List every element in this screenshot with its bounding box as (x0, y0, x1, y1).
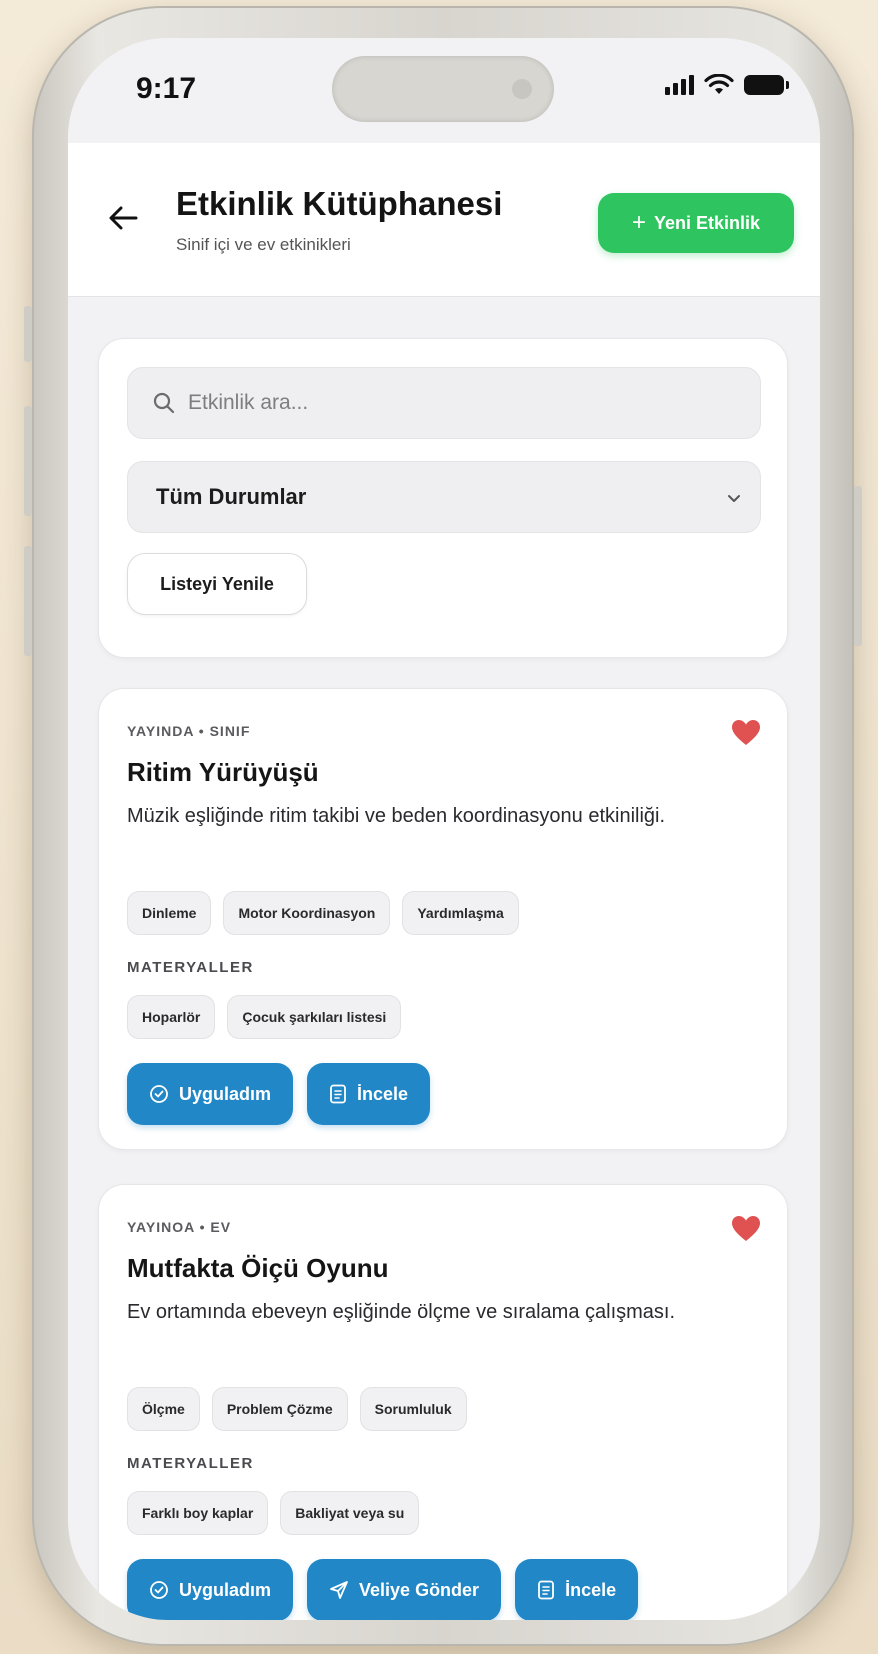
new-activity-button[interactable]: + Yeni Etkinlik (598, 193, 794, 253)
tag-chip: Ölçme (127, 1387, 200, 1431)
material-chip: Hoparlör (127, 995, 216, 1039)
refresh-list-button[interactable]: Listeyi Yenile (127, 553, 307, 615)
document-icon (538, 1580, 554, 1600)
tag-list: Ölçme Problem Çözme Sorumluluk (127, 1387, 467, 1431)
review-label: İncele (565, 1579, 617, 1600)
activity-description: Müzik eşliğinde ritim takibi ve beden ko… (127, 805, 666, 827)
activity-actions: Uyguladım İncele (127, 1063, 431, 1125)
send-to-parent-button[interactable]: Veliye Gönder (307, 1559, 502, 1620)
status-icons (665, 74, 789, 96)
tag-chip: Dinleme (127, 891, 212, 935)
activity-description: Ev ortamında ebeveyn eşliğinde ölçme ve … (127, 1301, 676, 1323)
document-icon (330, 1084, 346, 1104)
heart-icon[interactable] (731, 719, 761, 747)
battery-icon (744, 75, 789, 95)
back-arrow-icon[interactable] (106, 201, 140, 235)
status-filter-select[interactable]: Tüm Durumlar (127, 461, 761, 533)
status-time: 9:17 (136, 72, 197, 105)
activity-title: Mutfakta Öiçü Oyunu (127, 1253, 389, 1283)
new-activity-label: Yeni Etkinlik (653, 212, 761, 233)
send-to-parent-label: Veliye Gönder (359, 1579, 480, 1600)
search-input[interactable] (188, 391, 728, 415)
materials-label: MATERYALLER (127, 959, 254, 976)
wifi-icon (704, 74, 734, 94)
page-subtitle: Sinif içi ve ev etkinikleri (176, 235, 351, 254)
page-title: Etkinlik Kütüphanesi (176, 185, 503, 222)
status-bar: 9:17 (68, 38, 820, 143)
tag-list: Dinleme Motor Koordinasyon Yardımlaşma (127, 891, 519, 935)
volume-up-button (24, 406, 32, 516)
silent-switch (24, 306, 32, 362)
review-label: İncele (357, 1083, 409, 1104)
filter-card: Tüm Durumlar Listeyi Yenile (98, 338, 788, 658)
signal-icon (665, 75, 694, 95)
applied-button[interactable]: Uyguladım (127, 1063, 294, 1125)
tag-chip: Sorumluluk (359, 1387, 467, 1431)
activity-actions: Uyguladım Veliye Gönder İncele (127, 1559, 639, 1620)
phone-screen: 9:17 Etkinlik Kütüphanesi Sinif içi ve e… (68, 38, 820, 1620)
heart-icon[interactable] (731, 1215, 761, 1243)
search-box[interactable] (127, 367, 761, 439)
dynamic-island (332, 56, 554, 122)
applied-label: Uyguladım (179, 1579, 272, 1600)
activity-card: YAYINDA • SINIF Ritim Yürüyüşü Müzik eşl… (98, 688, 788, 1150)
status-filter-value: Tüm Durumlar (156, 484, 307, 509)
chevron-down-icon (728, 495, 740, 502)
material-chip: Bakliyat veya su (280, 1491, 420, 1535)
materials-list: Hoparlör Çocuk şarkıları listesi (127, 995, 402, 1039)
material-chip: Farklı boy kaplar (127, 1491, 269, 1535)
check-circle-icon (150, 1581, 168, 1599)
volume-down-button (24, 546, 32, 656)
tag-chip: Motor Koordinasyon (223, 891, 391, 935)
materials-label: MATERYALLER (127, 1455, 254, 1472)
check-circle-icon (150, 1085, 168, 1103)
activity-meta: YAYINOA • EV (127, 1219, 232, 1235)
plus-icon: + (631, 209, 646, 236)
activity-title: Ritim Yürüyüşü (127, 757, 319, 787)
send-icon (330, 1581, 348, 1599)
materials-list: Farklı boy kaplar Bakliyat veya su (127, 1491, 420, 1535)
applied-button[interactable]: Uyguladım (127, 1559, 294, 1620)
activity-card: YAYINOA • EV Mutfakta Öiçü Oyunu Ev orta… (98, 1184, 788, 1620)
tag-chip: Yardımlaşma (402, 891, 519, 935)
app-header: Etkinlik Kütüphanesi Sinif içi ve ev etk… (68, 143, 820, 297)
activity-meta: YAYINDA • SINIF (127, 723, 251, 739)
review-button[interactable]: İncele (515, 1559, 639, 1620)
applied-label: Uyguladım (179, 1083, 272, 1104)
camera-icon (512, 79, 532, 99)
power-button (854, 486, 862, 646)
material-chip: Çocuk şarkıları listesi (227, 995, 402, 1039)
tag-chip: Problem Çözme (211, 1387, 348, 1431)
review-button[interactable]: İncele (307, 1063, 431, 1125)
search-icon (153, 392, 175, 414)
